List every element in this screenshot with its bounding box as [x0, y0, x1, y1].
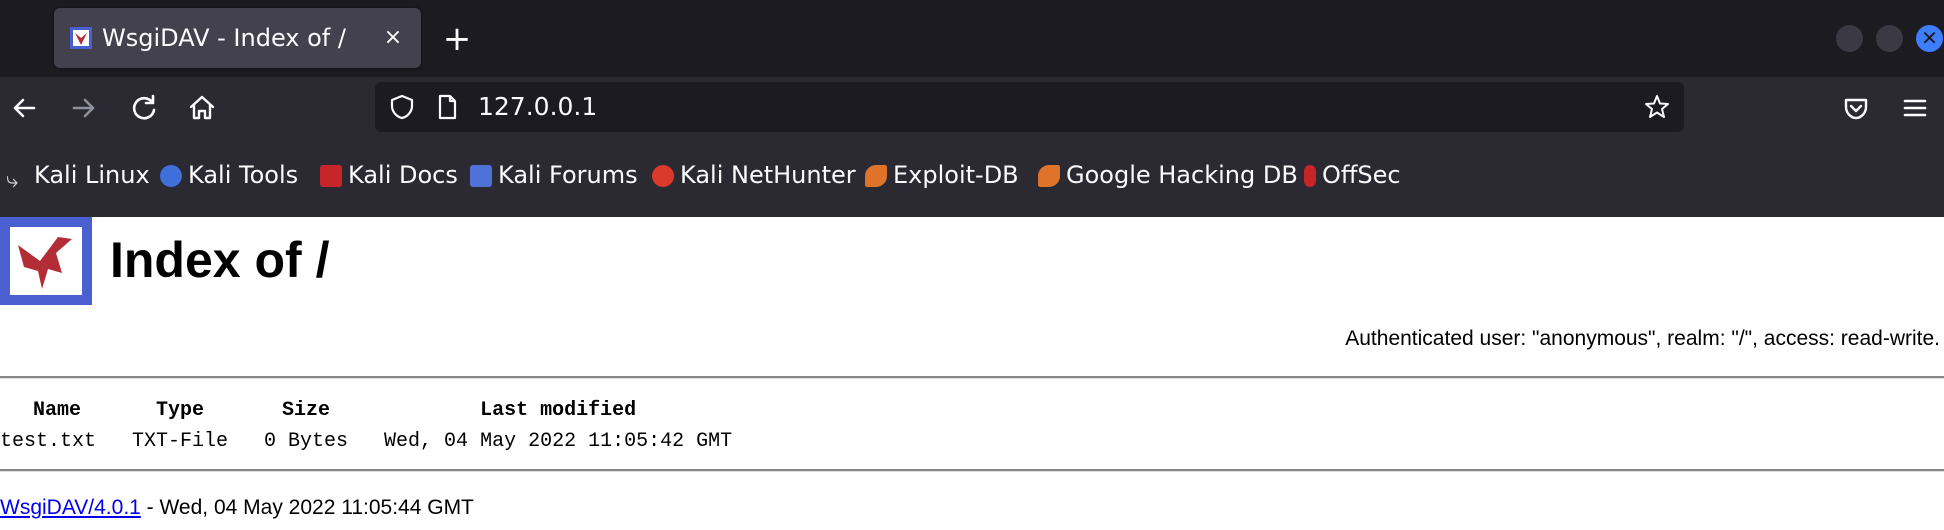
column-last-modified[interactable]: Last modified — [366, 394, 750, 426]
divider-top — [0, 376, 1944, 379]
column-type[interactable]: Type — [114, 394, 246, 426]
bookmarks-toolbar: ⤷ Kali Linux Kali Tools Kali Docs Kali Fo… — [0, 145, 1944, 205]
maximize-button[interactable] — [1876, 25, 1903, 52]
exploit-db-icon — [865, 165, 887, 187]
bookmark-kali-nethunter[interactable]: Kali NetHunter — [652, 145, 856, 205]
star-bookmark-icon[interactable] — [1643, 93, 1671, 121]
bookmark-kali-linux[interactable]: ⤷ Kali Linux — [6, 145, 150, 205]
new-tab-button[interactable]: + — [440, 22, 474, 56]
hamburger-menu-icon — [1903, 99, 1927, 117]
wsgidav-favicon-icon — [70, 27, 92, 49]
kali-tools-icon — [160, 165, 182, 187]
column-size[interactable]: Size — [246, 394, 366, 426]
home-icon — [189, 95, 215, 120]
reload-button[interactable] — [126, 90, 162, 126]
forward-button[interactable] — [66, 90, 102, 126]
ghdb-icon — [1038, 165, 1060, 187]
footer: WsgiDAV/4.0.1 - Wed, 04 May 2022 11:05:4… — [0, 496, 474, 520]
divider-bottom — [0, 469, 1944, 472]
page-title: Index of / — [110, 232, 330, 288]
home-button[interactable] — [184, 90, 220, 126]
bookmark-kali-tools[interactable]: Kali Tools — [160, 145, 298, 205]
column-name[interactable]: Name — [0, 394, 114, 426]
bookmark-kali-docs[interactable]: Kali Docs — [320, 145, 458, 205]
kali-dragon-icon: ⤷ — [6, 168, 19, 193]
table-row[interactable]: test.txt TXT-File 0 Bytes Wed, 04 May 20… — [0, 426, 750, 456]
tab-title: WsgiDAV - Index of / — [102, 24, 346, 52]
pocket-button[interactable] — [1838, 90, 1874, 126]
app-menu-button[interactable] — [1897, 90, 1933, 126]
arrow-right-icon — [72, 98, 95, 118]
back-button[interactable] — [6, 90, 42, 126]
tab-wsgidav[interactable]: WsgiDAV - Index of / × — [54, 8, 421, 68]
file-type: TXT-File — [132, 429, 229, 453]
arrow-left-icon — [13, 98, 36, 118]
file-size: 0 Bytes — [264, 429, 349, 453]
page-content: Index of / Authenticated user: "anonymou… — [0, 217, 1944, 530]
file-modified: Wed, 04 May 2022 11:05:42 GMT — [384, 429, 733, 453]
auth-status: Authenticated user: "anonymous", realm: … — [1345, 327, 1940, 350]
address-bar[interactable]: 127.0.0.1 — [375, 82, 1684, 132]
kali-docs-icon — [320, 165, 342, 187]
pocket-icon — [1844, 98, 1868, 120]
navigation-toolbar: 127.0.0.1 ⤷ Kali Linux Kali Tools Kali Do… — [0, 77, 1944, 217]
minimize-button[interactable] — [1836, 25, 1863, 52]
bookmark-offsec[interactable]: OffSec — [1304, 145, 1401, 205]
tab-strip: WsgiDAV - Index of / × + ✕ — [0, 0, 1944, 77]
directory-listing: Name Type Size Last modified test.txt TX… — [0, 394, 750, 456]
file-name[interactable]: test.txt — [0, 426, 114, 456]
reload-icon — [132, 94, 156, 120]
listing-header-row: Name Type Size Last modified — [0, 394, 750, 426]
page-icon — [438, 94, 457, 120]
offsec-icon — [1304, 165, 1316, 187]
kali-forums-icon — [470, 165, 492, 187]
tab-close-button[interactable]: × — [377, 22, 409, 54]
bookmark-kali-forums[interactable]: Kali Forums — [470, 145, 638, 205]
footer-timestamp: - Wed, 04 May 2022 11:05:44 GMT — [140, 496, 474, 519]
shield-icon[interactable] — [388, 93, 416, 121]
kali-nethunter-icon — [652, 165, 674, 187]
wsgidav-version-link[interactable]: WsgiDAV/4.0.1 — [0, 496, 141, 519]
bookmark-google-hacking-db[interactable]: Google Hacking DB — [1038, 145, 1298, 205]
wsgidav-logo-icon — [0, 217, 92, 305]
window-close-button[interactable]: ✕ — [1916, 25, 1943, 52]
bookmark-exploit-db[interactable]: Exploit-DB — [865, 145, 1019, 205]
url-text[interactable]: 127.0.0.1 — [478, 82, 597, 132]
